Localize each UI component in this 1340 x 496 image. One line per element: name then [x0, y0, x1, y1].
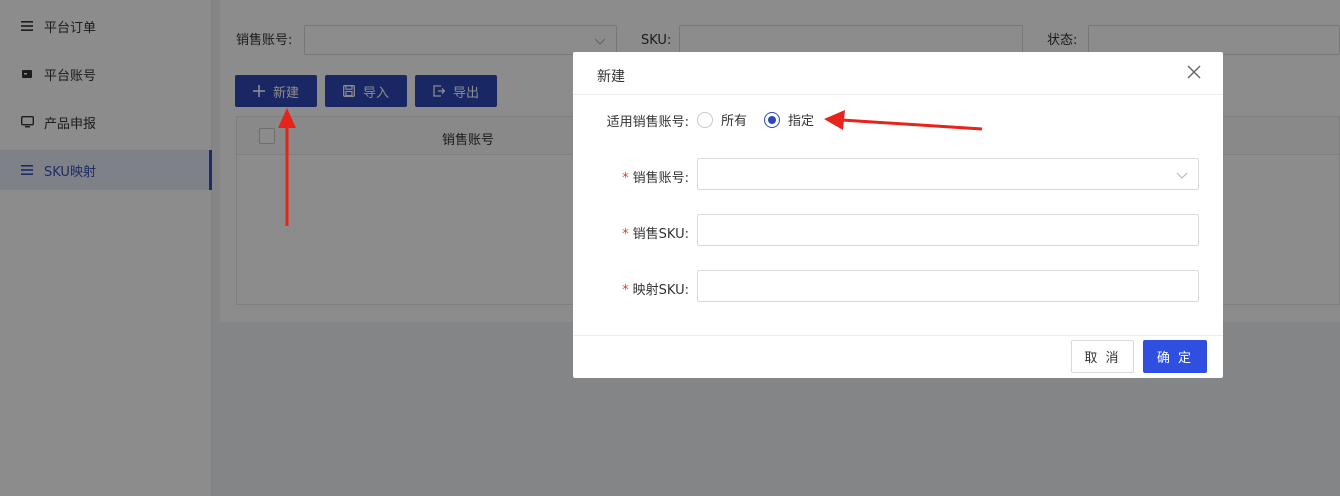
sales-sku-field-label: * 销售SKU:: [622, 223, 689, 242]
radio-circle: [697, 111, 713, 128]
dialog-header: 新建: [573, 52, 1223, 95]
close-icon[interactable]: [1187, 65, 1203, 81]
account-label-text: 销售账号:: [632, 171, 689, 186]
scope-radio-specified[interactable]: 指定: [764, 110, 814, 129]
dialog-title: 新建: [597, 69, 625, 85]
account-select[interactable]: [697, 158, 1199, 190]
account-field-label: * 销售账号:: [622, 167, 689, 186]
sales-sku-input[interactable]: [697, 214, 1199, 246]
required-mark: *: [622, 171, 629, 186]
radio-label: 指定: [788, 114, 815, 129]
scope-label: 适用销售账号:: [606, 115, 689, 130]
required-mark: *: [622, 283, 629, 298]
radio-label: 所有: [721, 114, 748, 129]
new-dialog: 新建 适用销售账号: 所有 指定 * 销售账号: * 销售SKU: * 映射SKU: …: [573, 52, 1223, 378]
mapped-sku-label-text: 映射SKU:: [632, 283, 689, 298]
mapped-sku-input[interactable]: [697, 270, 1199, 302]
mapped-sku-field-label: * 映射SKU:: [622, 279, 689, 298]
required-mark: *: [622, 227, 629, 242]
confirm-button[interactable]: 确 定: [1143, 340, 1207, 373]
cancel-button[interactable]: 取 消: [1071, 340, 1134, 373]
radio-circle-checked: [764, 111, 780, 128]
scope-radio-all[interactable]: 所有: [697, 110, 747, 129]
sales-sku-label-text: 销售SKU:: [632, 227, 689, 242]
chevron-down-icon: [1176, 169, 1188, 184]
